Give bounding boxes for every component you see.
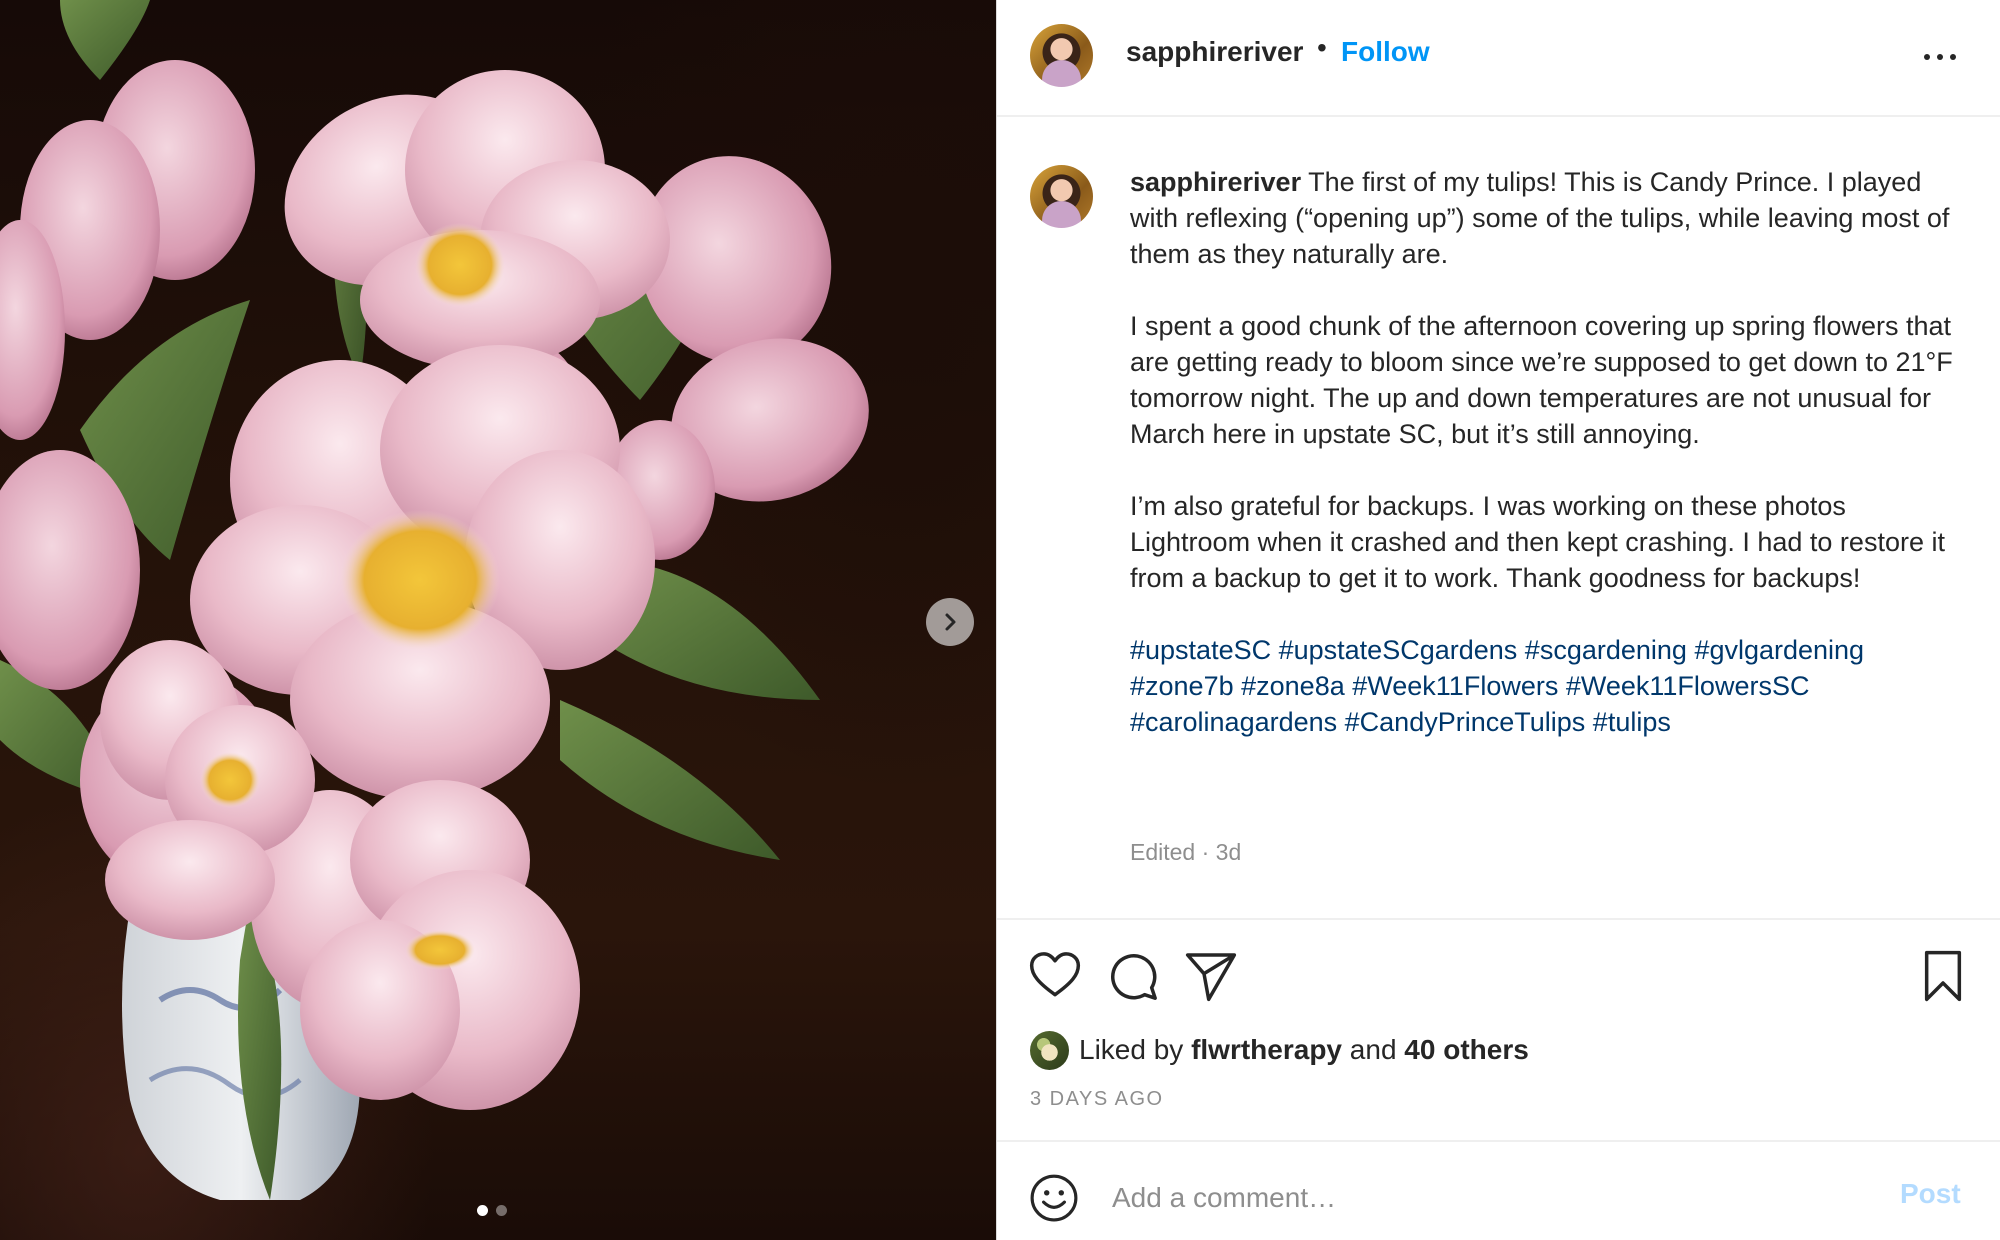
likes-others-link[interactable]: 40 others bbox=[1404, 1034, 1529, 1066]
carousel-dots bbox=[477, 1205, 507, 1216]
bookmark-icon bbox=[1924, 950, 1962, 1002]
action-bar bbox=[997, 940, 2000, 1010]
hashtag-link[interactable]: #upstateSCgardens bbox=[1279, 635, 1518, 665]
like-button[interactable] bbox=[1027, 948, 1083, 1004]
share-button[interactable] bbox=[1183, 948, 1239, 1004]
author-username[interactable]: sapphireriver bbox=[1126, 36, 1303, 68]
likes-summary: Liked by flwrtherapy and 40 others bbox=[1030, 1028, 1529, 1072]
caption-author-avatar[interactable] bbox=[1030, 165, 1093, 228]
caption-divider bbox=[997, 918, 2000, 920]
header-separator: • bbox=[1317, 32, 1327, 63]
hashtag-link[interactable]: #upstateSC bbox=[1130, 635, 1271, 665]
follow-button[interactable]: Follow bbox=[1341, 36, 1430, 68]
chevron-right-icon bbox=[945, 613, 956, 631]
hashtag-link[interactable]: #scgardening bbox=[1525, 635, 1687, 665]
send-icon bbox=[1185, 953, 1237, 1002]
likes-middle: and bbox=[1349, 1034, 1397, 1065]
caption-meta: Edited · 3d bbox=[1130, 839, 1242, 865]
carousel-dot bbox=[496, 1205, 507, 1216]
more-dot bbox=[1937, 54, 1943, 60]
caption-username[interactable]: sapphireriver bbox=[1130, 167, 1301, 197]
caption-text: sapphireriver The first of my tulips! Th… bbox=[1130, 164, 1970, 740]
hashtag-list: #upstateSC #upstateSCgardens #scgardenin… bbox=[1130, 632, 1970, 740]
post-photo[interactable] bbox=[0, 0, 996, 1240]
heart-icon bbox=[1029, 952, 1081, 997]
post-header: sapphireriver • Follow bbox=[997, 0, 2000, 115]
save-button[interactable] bbox=[1915, 948, 1971, 1004]
caption-block: sapphireriver The first of my tulips! Th… bbox=[997, 117, 2000, 918]
liker-username[interactable]: flwrtherapy bbox=[1191, 1034, 1342, 1066]
next-photo-button[interactable] bbox=[926, 598, 974, 646]
caption-paragraph-2: I spent a good chunk of the afternoon co… bbox=[1130, 311, 1953, 449]
hashtag-link[interactable]: #zone8a bbox=[1241, 671, 1345, 701]
tulip-illustration bbox=[0, 0, 869, 1200]
hashtag-link[interactable]: #Week11FlowersSC bbox=[1566, 671, 1810, 701]
post-timestamp[interactable]: 3 DAYS AGO bbox=[1030, 1088, 1164, 1111]
more-dot bbox=[1950, 54, 1956, 60]
smiley-icon bbox=[1030, 1174, 1078, 1222]
emoji-button[interactable] bbox=[1029, 1173, 1079, 1223]
hashtag-link[interactable]: #Week11Flowers bbox=[1352, 671, 1558, 701]
post-side-panel: sapphireriver • Follow sapphireriver The… bbox=[997, 0, 2000, 1240]
more-horizontal-icon bbox=[1924, 54, 1930, 60]
comment-icon bbox=[1111, 954, 1157, 1000]
post-comment-button[interactable]: Post bbox=[1900, 1178, 1961, 1210]
caption-paragraph-3: I’m also grateful for backups. I was wor… bbox=[1130, 491, 1945, 593]
comment-button[interactable] bbox=[1105, 948, 1161, 1004]
comment-bar: Post bbox=[997, 1142, 2000, 1240]
liker-avatar[interactable] bbox=[1030, 1030, 1069, 1070]
comment-input[interactable] bbox=[1110, 1172, 1794, 1224]
more-options-button[interactable] bbox=[1920, 38, 1960, 74]
carousel-dot-active bbox=[477, 1205, 488, 1216]
caption-paragraph-1: sapphireriver The first of my tulips! Th… bbox=[1130, 164, 1970, 272]
author-avatar[interactable] bbox=[1030, 24, 1093, 87]
hashtag-link[interactable]: #zone7b bbox=[1130, 671, 1234, 701]
hashtag-link[interactable]: #tulips bbox=[1593, 707, 1671, 737]
hashtag-link[interactable]: #carolinagardens bbox=[1130, 707, 1337, 737]
hashtag-link[interactable]: #CandyPrinceTulips bbox=[1345, 707, 1586, 737]
hashtag-link[interactable]: #gvlgardening bbox=[1694, 635, 1864, 665]
likes-prefix: Liked by bbox=[1079, 1034, 1184, 1065]
